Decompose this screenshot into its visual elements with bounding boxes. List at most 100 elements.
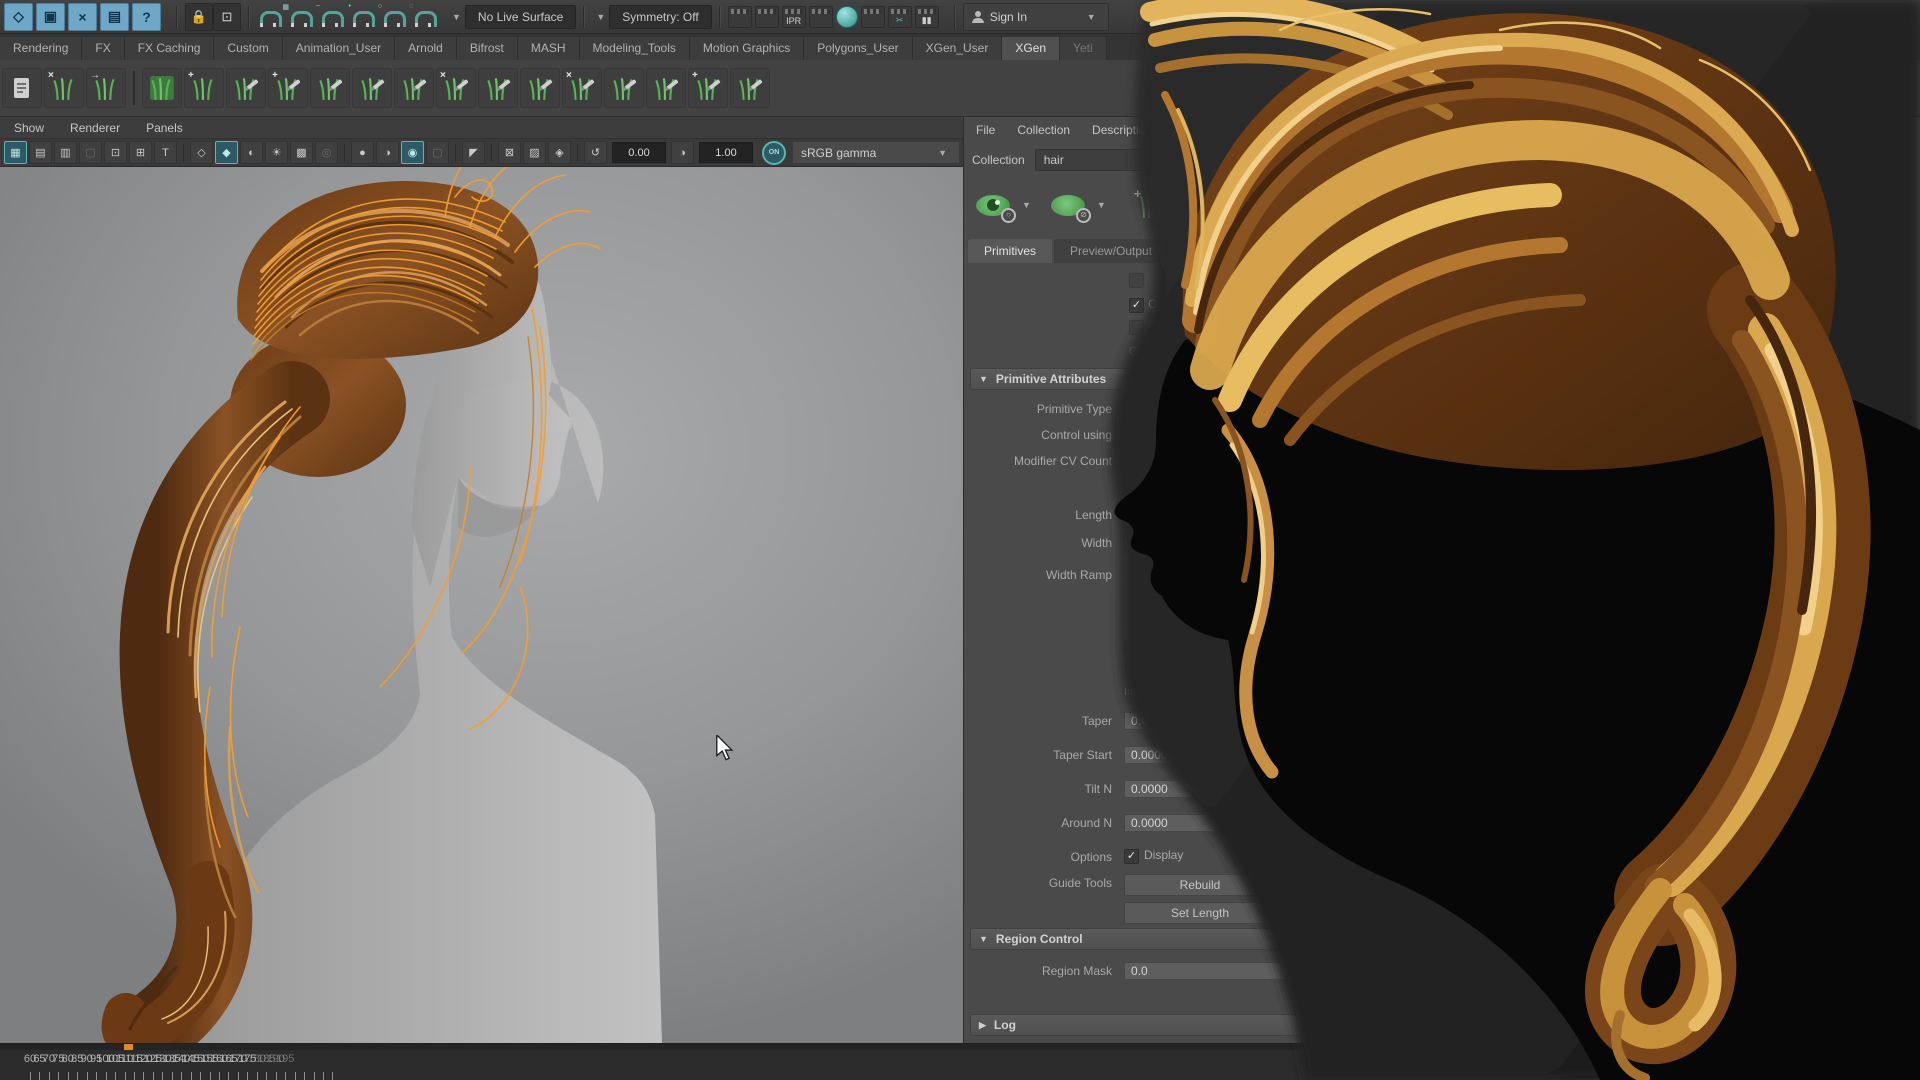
shelf-tab-modeling-tools[interactable]: Modeling_Tools [580, 37, 690, 60]
preview-visibility-icon[interactable]: ○ [976, 195, 1010, 216]
menu-show[interactable]: Show [14, 121, 44, 135]
attr-slider[interactable] [1226, 754, 1346, 757]
xgen-delete-guides-icon[interactable]: × [44, 68, 84, 108]
shadows-icon[interactable]: ▩ [290, 141, 313, 164]
render-ball-icon[interactable] [836, 6, 858, 28]
shelf-tab-xgen[interactable]: XGen [1002, 37, 1060, 60]
attr-slider[interactable] [1226, 822, 1346, 825]
xray-icon[interactable]: ● [351, 141, 374, 164]
film-gate-icon[interactable]: ▤ [29, 141, 52, 164]
checkbox-uniform-cvs[interactable]: ✓ [1124, 481, 1139, 496]
live-surface-field[interactable]: No Live Surface [465, 5, 576, 29]
exposure-value[interactable]: 0.00 [612, 142, 666, 163]
attr-field-region-mask[interactable]: 0.0 [1124, 962, 1294, 980]
time-slider[interactable]: 6065707580859095100105110115120125130135… [0, 1043, 1920, 1080]
cut-render-icon[interactable]: ✂ [888, 6, 912, 28]
current-frame-marker[interactable] [124, 1044, 133, 1050]
collection-name-field[interactable]: hair [1035, 149, 1243, 171]
sculpt-guides-brush-icon[interactable] [310, 68, 350, 108]
xray-joints-icon[interactable]: ◑ [376, 141, 399, 164]
shaded-icon[interactable]: ◆ [215, 141, 238, 164]
render-sequence-icon[interactable] [809, 6, 833, 28]
width-ramp-widget[interactable]: R [1124, 552, 1248, 640]
pause-icon[interactable]: ▮▮ [915, 6, 939, 28]
gamma-value[interactable]: 1.00 [699, 142, 753, 163]
chevron-down-icon[interactable]: ▼ [1022, 200, 1031, 210]
multi-cut-icon[interactable]: ▨ [523, 141, 546, 164]
make-live-icon[interactable] [412, 7, 440, 27]
snapshot-icon[interactable]: ⊠ [498, 141, 521, 164]
safe-action-icon[interactable]: ⊞ [129, 141, 152, 164]
comb-brush-icon[interactable] [352, 68, 392, 108]
shelf-tab-rendering[interactable]: Rendering [0, 37, 82, 60]
timeline-frame-label[interactable]: 195 [276, 1053, 294, 1065]
color-transform-dropdown[interactable]: sRGB gamma▼ [792, 141, 960, 164]
sign-in-button[interactable]: Sign In ▼ [963, 3, 1109, 31]
section-log[interactable]: ▶Log [970, 1014, 1370, 1036]
smooth-brush-icon[interactable] [646, 68, 686, 108]
ipr-render-icon[interactable]: IPR [782, 6, 806, 28]
attr-slider[interactable] [1226, 720, 1346, 723]
select-arrow-icon[interactable]: ◤ [462, 141, 485, 164]
cut-brush-icon[interactable]: × [436, 68, 476, 108]
slider-handle[interactable] [1224, 783, 1233, 798]
grid-icon[interactable]: ▦ [4, 141, 27, 164]
slider-handle[interactable] [1224, 817, 1233, 832]
symmetry-field[interactable]: Symmetry: Off [609, 5, 711, 29]
rebuild-button[interactable]: Rebuild [1124, 874, 1276, 896]
shelf-tab-custom[interactable]: Custom [214, 37, 282, 60]
gate-mask-icon[interactable]: ▢ [79, 141, 102, 164]
checkbox-display[interactable]: ✓ [1124, 849, 1139, 864]
select-components-icon[interactable]: × [68, 3, 97, 31]
shelf-tab-arnold[interactable]: Arnold [395, 37, 457, 60]
menu-panels[interactable]: Panels [146, 121, 183, 135]
use-all-lights-icon[interactable]: ☀ [265, 141, 288, 164]
shelf-tab-xgen-user[interactable]: XGen_User [913, 37, 1003, 60]
render-view-icon[interactable] [728, 6, 752, 28]
wireframe-icon[interactable]: ◇ [190, 141, 213, 164]
noise-brush-icon[interactable]: × [562, 68, 602, 108]
slider-handle[interactable] [1224, 715, 1233, 730]
shelf-tab-bifrost[interactable]: Bifrost [457, 37, 518, 60]
set-length-button[interactable]: Set Length [1124, 902, 1276, 924]
lock-icon[interactable]: 🔒 [185, 3, 213, 31]
attr-field-modifier-cv-count[interactable]: 40 [1124, 452, 1216, 470]
attr-slider[interactable] [1226, 788, 1346, 791]
attr-field-taper[interactable]: 0.0000 [1124, 712, 1216, 730]
snap-to-view-plane-icon[interactable]: ◌ [381, 7, 409, 27]
field-chart-icon[interactable]: ⊡ [104, 141, 127, 164]
render-current-frame-icon[interactable] [755, 6, 779, 28]
shelf-tab-mash[interactable]: MASH [518, 37, 580, 60]
select-objects-icon[interactable]: ▣ [36, 3, 65, 31]
attr-field-length[interactable]: 1.0000 [1124, 506, 1216, 524]
width-brush-icon[interactable]: + [688, 68, 728, 108]
select-anim-icon[interactable]: ▤ [100, 3, 129, 31]
contrast-icon[interactable]: ◑ [671, 141, 694, 164]
safe-title-icon[interactable]: T [154, 141, 177, 164]
attr-field-taper-start[interactable]: 0.0000 [1124, 746, 1216, 764]
checkbox[interactable] [1129, 320, 1144, 335]
shelf-tab-animation-user[interactable]: Animation_User [283, 37, 395, 60]
attr-field-primitive-type[interactable]: Spline [1124, 400, 1216, 418]
section-primitive-attributes[interactable]: ▼Primitive Attributes [970, 368, 1370, 390]
create-label[interactable]: Create [1129, 344, 1165, 358]
snap-to-projected-center-icon[interactable]: ○ [350, 7, 378, 27]
occlusion-icon[interactable]: ◎ [315, 141, 338, 164]
exposure-icon[interactable]: ↺ [584, 141, 607, 164]
tab-primitives[interactable]: Primitives [968, 239, 1052, 263]
create-description-icon[interactable] [142, 68, 182, 108]
textured-icon[interactable]: ◐ [240, 141, 263, 164]
attr-field-control-using[interactable]: Guides [1124, 426, 1216, 444]
chevron-down-icon[interactable]: ▼ [596, 12, 605, 22]
isolate-icon[interactable]: ◈ [548, 141, 571, 164]
xgen-menu-descriptions[interactable]: Descriptions [1092, 123, 1158, 137]
tab-preview-output[interactable]: Preview/Output [1054, 239, 1168, 263]
snap-to-point-icon[interactable]: • [319, 7, 347, 27]
attr-field-tilt-n[interactable]: 0.0000 [1124, 780, 1216, 798]
color-management-toggle[interactable]: ON [762, 141, 786, 165]
viewport-canvas[interactable]: persp [0, 167, 963, 1043]
checkbox[interactable] [1129, 273, 1144, 288]
shelf-tab-fx-caching[interactable]: FX Caching [125, 37, 215, 60]
guide-visibility-icon[interactable]: ⊘ [1051, 195, 1085, 216]
xgen-description-editor-icon[interactable] [2, 68, 42, 108]
